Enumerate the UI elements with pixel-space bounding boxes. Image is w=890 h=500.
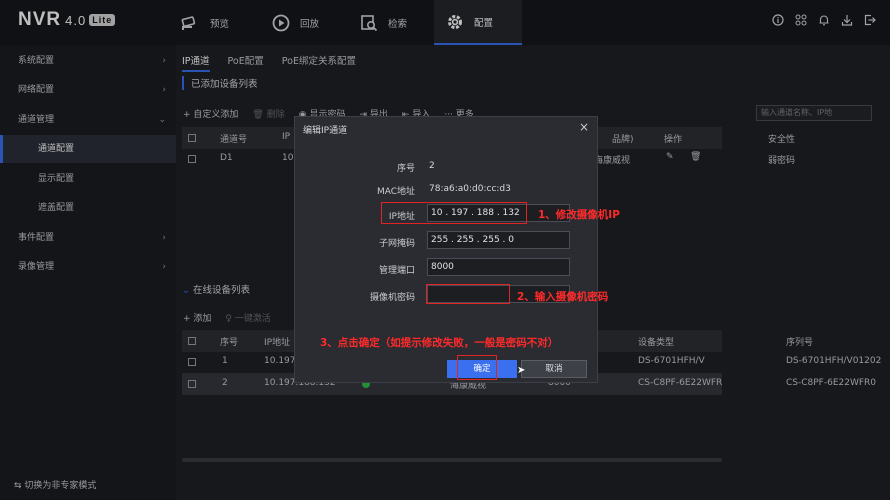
dialog-title: 编辑IP通道 [303, 126, 348, 136]
annotation-confirm-box [457, 355, 497, 380]
mac-label: MAC地址 [376, 187, 415, 197]
mouse-cursor-icon: ➤ [517, 365, 526, 376]
subnet-mask-field[interactable]: 255 . 255 . 255 . 0 [427, 231, 570, 249]
mac-value: 78:a6:a0:d0:cc:d3 [429, 184, 511, 194]
mgmt-port-label: 管理端口 [378, 266, 415, 276]
close-icon[interactable]: × [579, 120, 589, 134]
annotation-step2: 2、输入摄像机密码 [517, 291, 609, 303]
annotation-password-box [426, 284, 510, 304]
camera-password-label: 摄像机密码 [369, 293, 415, 303]
annotation-step3: 3、点击确定（如提示修改失败，一般是密码不对） [320, 337, 559, 349]
seq-value: 2 [429, 161, 435, 171]
seq-label: 序号 [396, 164, 415, 174]
mgmt-port-field[interactable]: 8000 [427, 258, 570, 276]
annotation-step1: 1、修改摄像机IP [538, 209, 620, 221]
subnet-mask-label: 子网掩码 [378, 239, 415, 249]
cancel-button[interactable]: 取消 [521, 360, 587, 378]
annotation-ip-box [381, 202, 527, 224]
